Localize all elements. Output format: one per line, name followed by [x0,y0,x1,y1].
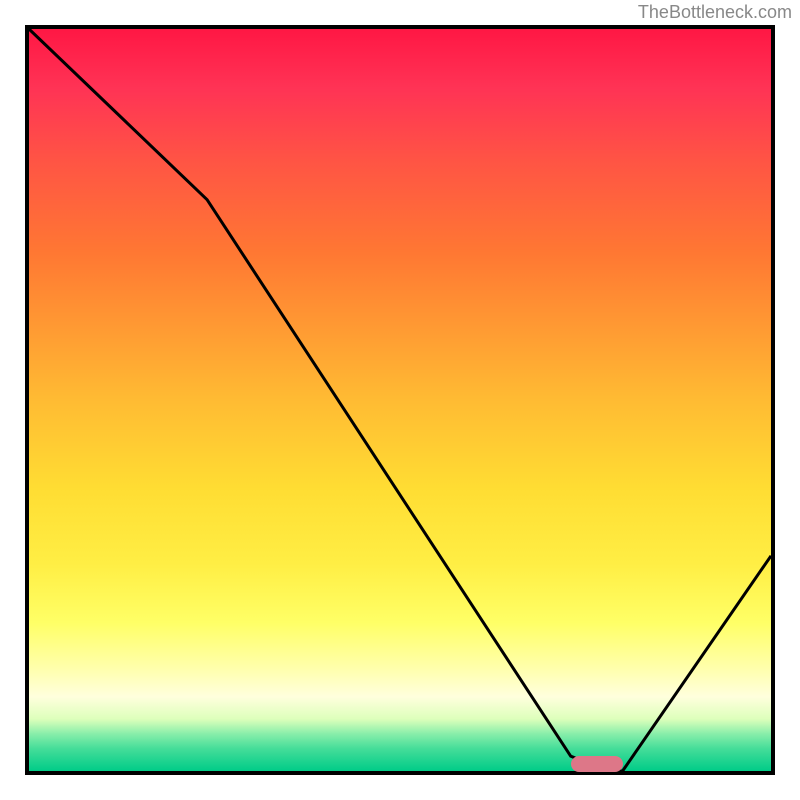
watermark-text: TheBottleneck.com [638,2,792,23]
gradient-background [29,29,771,771]
optimal-marker [571,756,623,772]
chart-area [25,25,775,775]
